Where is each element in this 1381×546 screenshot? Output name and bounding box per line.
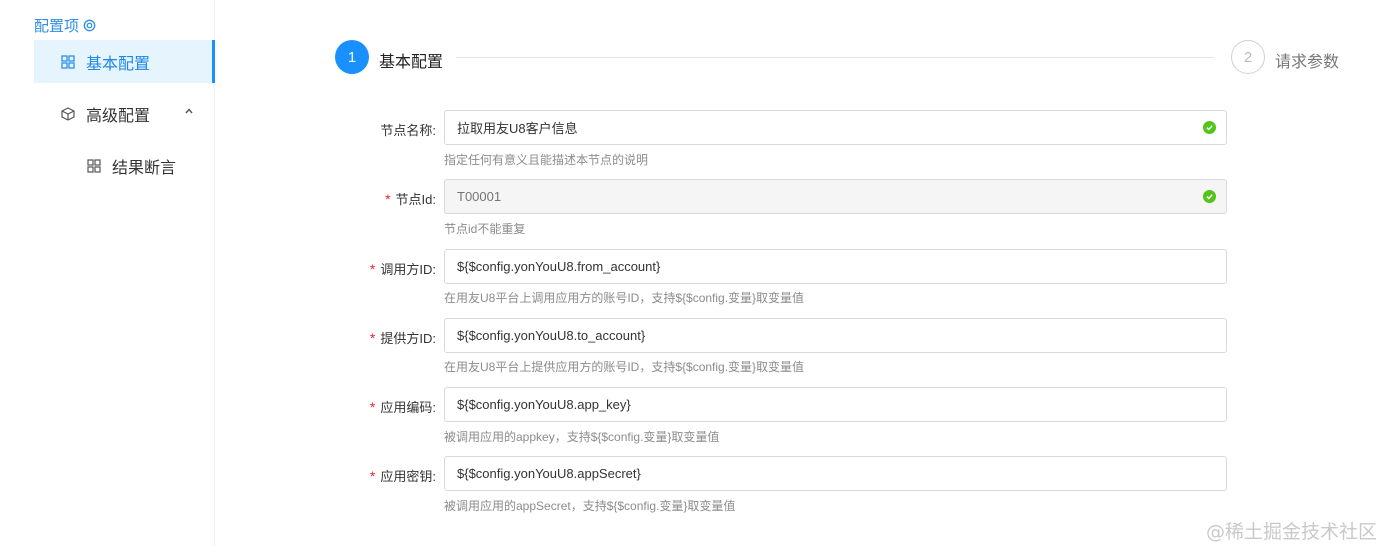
config-section-title: 配置项 bbox=[34, 15, 96, 36]
field-help-text: 被调用应用的appkey，支持${$config.变量}取变量值 bbox=[444, 430, 720, 444]
step-1-number[interactable]: 1 bbox=[335, 40, 369, 74]
required-marker: * bbox=[369, 399, 376, 415]
provider-id-input[interactable] bbox=[444, 318, 1227, 353]
sidebar-item-label: 高级配置 bbox=[86, 107, 151, 125]
caller-id-input[interactable] bbox=[444, 249, 1227, 284]
sidebar-item-basic-config[interactable]: 基本配置 bbox=[34, 40, 215, 83]
field-label-app-secret: * 应用密钥: bbox=[316, 466, 436, 485]
field-label-node-id: * 节点Id: bbox=[316, 189, 436, 208]
required-marker: * bbox=[369, 261, 376, 277]
node-name-input[interactable] bbox=[444, 110, 1227, 145]
field-label-provider-id: * 提供方ID: bbox=[316, 328, 436, 347]
valid-check-icon bbox=[1203, 190, 1216, 203]
sidebar-item-advanced-config[interactable]: 高级配置 bbox=[34, 92, 215, 135]
field-label-text: 调用方ID: bbox=[380, 262, 436, 277]
required-marker: * bbox=[369, 468, 376, 484]
step-connector bbox=[456, 57, 1214, 58]
field-help-text: 在用友U8平台上调用应用方的账号ID，支持${$config.变量}取变量值 bbox=[444, 291, 805, 305]
field-help-text: 指定任何有意义且能描述本节点的说明 bbox=[444, 153, 649, 167]
grid-icon bbox=[60, 54, 76, 70]
sidebar-item-label: 基本配置 bbox=[86, 55, 151, 73]
valid-check-icon bbox=[1203, 121, 1216, 134]
step-2-label[interactable]: 请求参数 bbox=[1275, 48, 1339, 72]
field-help-text: 节点id不能重复 bbox=[444, 222, 526, 236]
app-secret-input[interactable] bbox=[444, 456, 1227, 491]
app-key-input[interactable] bbox=[444, 387, 1227, 422]
target-icon bbox=[83, 19, 96, 32]
step-2-number[interactable]: 2 bbox=[1231, 40, 1265, 74]
field-label-text: 节点名称: bbox=[380, 123, 436, 138]
step-1-label[interactable]: 基本配置 bbox=[379, 48, 443, 72]
config-section-title-text: 配置项 bbox=[34, 18, 80, 35]
field-label-node-name: 节点名称: bbox=[316, 120, 436, 139]
cube-icon bbox=[60, 106, 76, 122]
sidebar-item-result-assertion[interactable]: 结果断言 bbox=[34, 144, 215, 187]
watermark: @稀土掘金技术社区 bbox=[1205, 521, 1377, 543]
node-id-input bbox=[444, 179, 1227, 214]
field-label-caller-id: * 调用方ID: bbox=[316, 259, 436, 278]
grid-icon bbox=[86, 158, 102, 174]
field-label-app-key: * 应用编码: bbox=[316, 397, 436, 416]
sidebar: 配置项 基本配置 高级配置 结果断言 bbox=[0, 0, 215, 546]
field-help-text: 被调用应用的appSecret，支持${$config.变量}取变量值 bbox=[444, 499, 736, 513]
field-label-text: 提供方ID: bbox=[380, 331, 436, 346]
field-help-text: 在用友U8平台上提供应用方的账号ID，支持${$config.变量}取变量值 bbox=[444, 360, 805, 374]
required-marker: * bbox=[369, 330, 376, 346]
required-marker: * bbox=[385, 191, 391, 207]
field-label-text: 应用密钥: bbox=[380, 469, 436, 484]
field-label-text: 节点Id: bbox=[395, 192, 436, 207]
field-label-text: 应用编码: bbox=[380, 400, 436, 415]
sidebar-item-label: 结果断言 bbox=[112, 159, 177, 177]
chevron-up-icon[interactable] bbox=[183, 105, 195, 117]
